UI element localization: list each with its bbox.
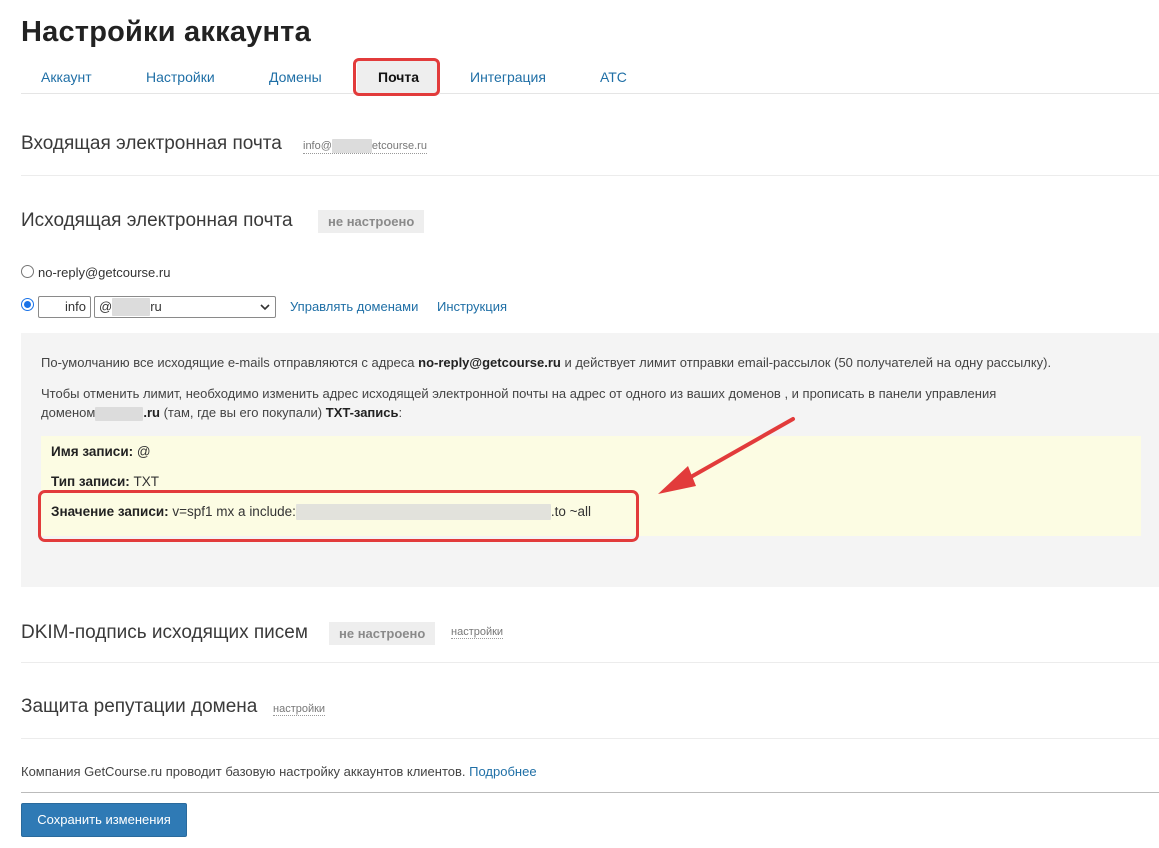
- page-title: Настройки аккаунта: [21, 16, 311, 48]
- divider: [21, 662, 1159, 663]
- dkim-status-badge: не настроено: [329, 622, 436, 645]
- info-text: :: [398, 405, 403, 420]
- info-text: По-умолчанию все исходящие e-mails отпра…: [41, 355, 419, 370]
- record-value-label: Значение записи:: [51, 504, 169, 519]
- local-part-input[interactable]: info: [38, 296, 91, 318]
- incoming-mail-prefix: info@: [303, 139, 332, 152]
- tab-pbx[interactable]: АТС: [600, 69, 627, 85]
- info-paragraph-default-sender: По-умолчанию все исходящие e-mails отпра…: [41, 355, 1051, 370]
- redacted-block: [295, 504, 551, 521]
- incoming-mail-title: Входящая электронная почта: [21, 133, 282, 154]
- record-value-suffix: .to ~all: [550, 504, 592, 519]
- footer-divider: [21, 792, 1159, 793]
- info-text: и действует лимит отправки email-рассыло…: [560, 355, 1052, 370]
- more-info-link[interactable]: Подробнее: [469, 764, 536, 779]
- info-text: (там, где вы его покупали): [159, 405, 326, 420]
- info-paragraph-limit-line2: доменом .ru (там, где вы его покупали) TX…: [41, 405, 402, 421]
- annotation-arrow-icon: [658, 417, 795, 494]
- record-name-label: Имя записи:: [51, 444, 134, 459]
- divider: [21, 175, 1159, 176]
- info-default-email: no-reply@getcourse.ru: [418, 355, 561, 370]
- tab-mail[interactable]: Почта: [357, 61, 441, 95]
- tab-integration[interactable]: Интеграция: [470, 69, 546, 85]
- custom-sender-radio[interactable]: [21, 298, 34, 311]
- record-name-value: @: [136, 444, 151, 459]
- divider: [21, 738, 1159, 739]
- redacted-block: [331, 139, 372, 153]
- redacted-block: [95, 406, 144, 421]
- instruction-link[interactable]: Инструкция: [437, 299, 507, 314]
- dkim-title: DKIM-подпись исходящих писем: [21, 622, 308, 643]
- reputation-title: Защита репутации домена: [21, 696, 258, 717]
- reputation-settings-link[interactable]: настройки: [273, 703, 326, 716]
- footer-note: Компания GetCourse.ru проводит базовую н…: [21, 764, 537, 779]
- record-type-value: TXT: [133, 474, 160, 489]
- dns-record-box: [41, 436, 1141, 536]
- tab-account[interactable]: Аккаунт: [41, 69, 92, 85]
- tab-bar: Аккаунт Настройки Домены Почта Интеграци…: [21, 60, 1159, 95]
- record-value: Значение записи: v=spf1 mx a include: .to…: [51, 504, 592, 521]
- record-type-label: Тип записи:: [51, 474, 130, 489]
- manage-domains-link[interactable]: Управлять доменами: [290, 299, 418, 314]
- domain-select[interactable]: @ ru: [94, 296, 276, 318]
- record-name: Имя записи: @: [51, 444, 151, 459]
- info-text: доменом: [41, 405, 96, 420]
- info-txt-record: TXT-запись: [325, 405, 399, 420]
- incoming-mail-address[interactable]: info@ etcourse.ru: [303, 139, 427, 154]
- record-type: Тип записи: TXT: [51, 474, 159, 489]
- redacted-block: [112, 297, 151, 316]
- info-domain-tld: .ru: [143, 405, 160, 420]
- outgoing-mail-title: Исходящая электронная почта: [21, 210, 293, 231]
- save-changes-button[interactable]: Сохранить изменения: [21, 803, 187, 837]
- domain-select-suffix: ru: [150, 299, 162, 314]
- tab-settings[interactable]: Настройки: [146, 69, 215, 85]
- dkim-settings-link[interactable]: настройки: [451, 626, 504, 639]
- chevron-down-icon: [260, 304, 270, 311]
- outgoing-status-badge: не настроено: [318, 210, 425, 233]
- info-paragraph-limit-line1: Чтобы отменить лимит, необходимо изменит…: [41, 386, 997, 401]
- tab-domains[interactable]: Домены: [269, 69, 322, 85]
- domain-select-prefix: @: [99, 299, 113, 314]
- default-sender-radio[interactable]: [21, 265, 34, 278]
- incoming-mail-suffix: etcourse.ru: [371, 139, 427, 152]
- default-sender-label[interactable]: no-reply@getcourse.ru: [38, 265, 170, 280]
- footer-note-text: Компания GetCourse.ru проводит базовую н…: [21, 764, 470, 779]
- record-value-prefix: v=spf1 mx a include:: [172, 504, 296, 519]
